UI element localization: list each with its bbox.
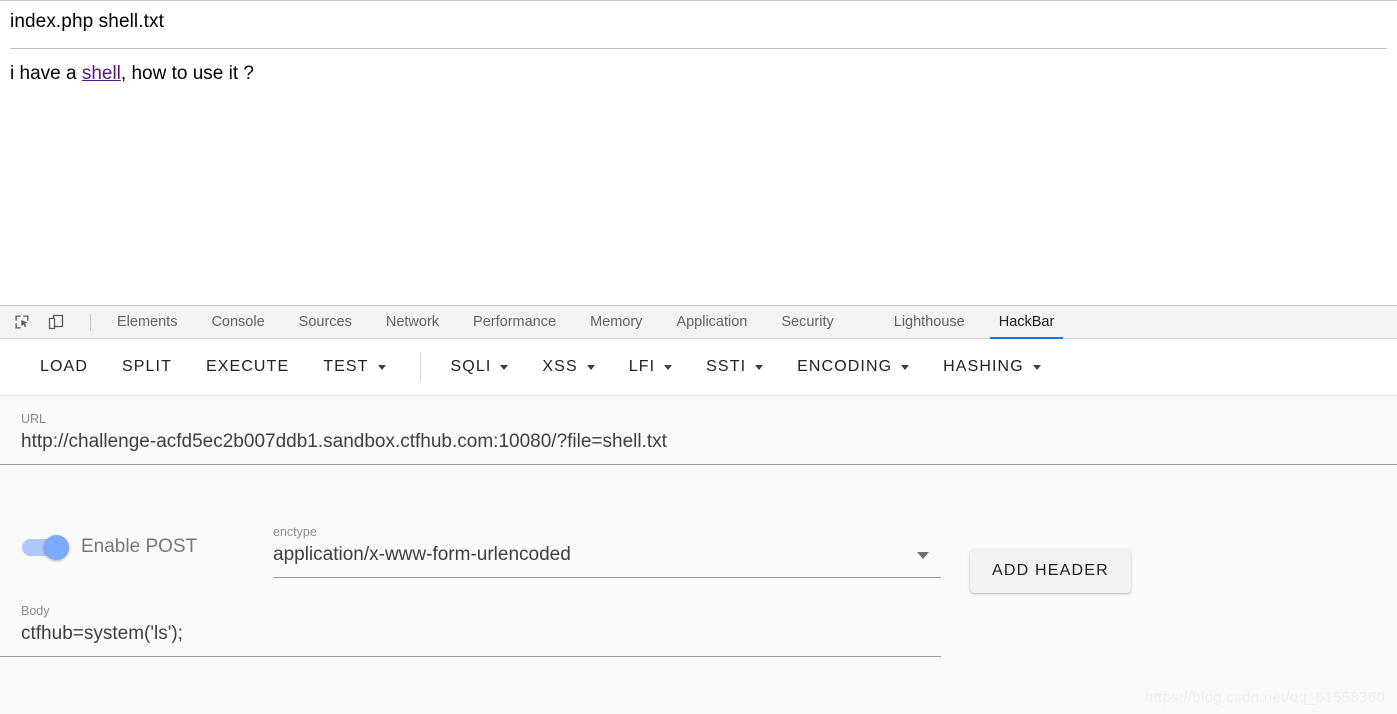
toolbar-separator [90, 313, 91, 331]
tab-elements[interactable]: Elements [100, 306, 194, 339]
test-menu-button[interactable]: TEST [309, 350, 399, 384]
url-field-label: URL [21, 412, 47, 426]
body-field: Body ctfhub=system('ls'); [0, 603, 941, 657]
shell-link[interactable]: shell [82, 63, 121, 84]
enctype-select[interactable]: application/x-www-form-urlencoded [273, 540, 941, 570]
devtools-tool-icons [0, 310, 100, 334]
enctype-field: enctype application/x-www-form-urlencode… [273, 524, 941, 578]
chevron-down-icon [901, 364, 910, 370]
enctype-field-label: enctype [273, 525, 317, 539]
load-button[interactable]: LOAD [26, 350, 102, 384]
tab-hackbar[interactable]: HackBar [982, 306, 1072, 340]
sqli-menu-button[interactable]: SQLI [437, 350, 523, 384]
tab-security[interactable]: Security [764, 306, 850, 339]
ssti-menu-label: SSTI [706, 358, 747, 375]
sentence-suffix: , how to use it ? [120, 63, 254, 84]
chevron-down-icon [586, 364, 595, 370]
page-viewport: index.php shell.txt i have a shell, how … [0, 0, 1397, 305]
device-toolbar-icon[interactable] [44, 310, 68, 334]
tab-lighthouse[interactable]: Lighthouse [877, 306, 982, 339]
body-input[interactable]: ctfhub=system('ls'); [0, 619, 941, 649]
xss-menu-button[interactable]: XSS [528, 350, 608, 384]
devtools-tab-list: Elements Console Sources Network Perform… [100, 306, 1072, 340]
page-content: index.php shell.txt i have a shell, how … [0, 1, 1397, 86]
page-divider [10, 48, 1387, 49]
tab-performance[interactable]: Performance [456, 306, 573, 339]
screenshot-root: index.php shell.txt i have a shell, how … [0, 0, 1397, 714]
enable-post-label: Enable POST [81, 536, 198, 557]
tab-application[interactable]: Application [659, 306, 764, 339]
hashing-menu-label: HASHING [943, 358, 1024, 375]
lfi-menu-label: LFI [628, 358, 656, 375]
chevron-down-icon [664, 364, 673, 370]
toolbar-group-divider [419, 352, 421, 382]
toggle-track [22, 534, 69, 560]
hackbar-toolbar: LOAD SPLIT EXECUTE TEST SQLI XSS LFI SST… [0, 339, 1397, 395]
lfi-menu-button[interactable]: LFI [615, 350, 686, 384]
ssti-menu-button[interactable]: SSTI [692, 350, 777, 384]
encoding-menu-label: ENCODING [797, 358, 893, 375]
url-field-underline [0, 464, 1397, 465]
devtools-panel: Elements Console Sources Network Perform… [0, 305, 1397, 714]
tab-console[interactable]: Console [194, 306, 281, 339]
tab-network[interactable]: Network [369, 306, 456, 339]
execute-button[interactable]: EXECUTE [192, 350, 303, 384]
split-button[interactable]: SPLIT [108, 350, 186, 384]
hackbar-form-area: URL http://challenge-acfd5ec2b007ddb1.sa… [0, 395, 1397, 714]
post-options-row: Enable POST enctype application/x-www-fo… [0, 516, 1397, 593]
page-sentence: i have a shell, how to use it ? [10, 62, 1387, 86]
encoding-menu-button[interactable]: ENCODING [783, 350, 923, 384]
hackbar-panel: LOAD SPLIT EXECUTE TEST SQLI XSS LFI SST… [0, 339, 1397, 714]
xss-menu-label: XSS [542, 358, 578, 375]
url-input[interactable]: http://challenge-acfd5ec2b007ddb1.sandbo… [0, 427, 1397, 457]
chevron-down-icon [1032, 364, 1041, 370]
file-listing-text: index.php shell.txt [10, 11, 164, 32]
inspect-element-icon[interactable] [10, 310, 34, 334]
enable-post-toggle[interactable]: Enable POST [22, 534, 198, 560]
chevron-down-icon [755, 364, 764, 370]
enctype-field-underline [273, 577, 941, 578]
body-field-underline [0, 656, 941, 657]
enctype-value: application/x-www-form-urlencoded [273, 544, 571, 565]
tab-sources[interactable]: Sources [282, 306, 369, 339]
chevron-down-icon [377, 364, 386, 370]
watermark-text: https://blog.csdn.net/qq_51558360 [1144, 689, 1385, 706]
test-menu-label: TEST [323, 358, 369, 375]
hashing-menu-button[interactable]: HASHING [929, 350, 1055, 384]
devtools-tabbar: Elements Console Sources Network Perform… [0, 306, 1397, 340]
tab-memory[interactable]: Memory [573, 306, 659, 339]
toggle-knob [44, 534, 69, 560]
sqli-menu-label: SQLI [450, 358, 492, 375]
sentence-prefix: i have a [10, 63, 82, 84]
url-field: URL http://challenge-acfd5ec2b007ddb1.sa… [0, 411, 1397, 465]
body-field-label: Body [21, 604, 50, 618]
chevron-down-icon [500, 364, 509, 370]
chevron-down-icon [917, 551, 929, 559]
add-header-button[interactable]: ADD HEADER [970, 549, 1131, 593]
